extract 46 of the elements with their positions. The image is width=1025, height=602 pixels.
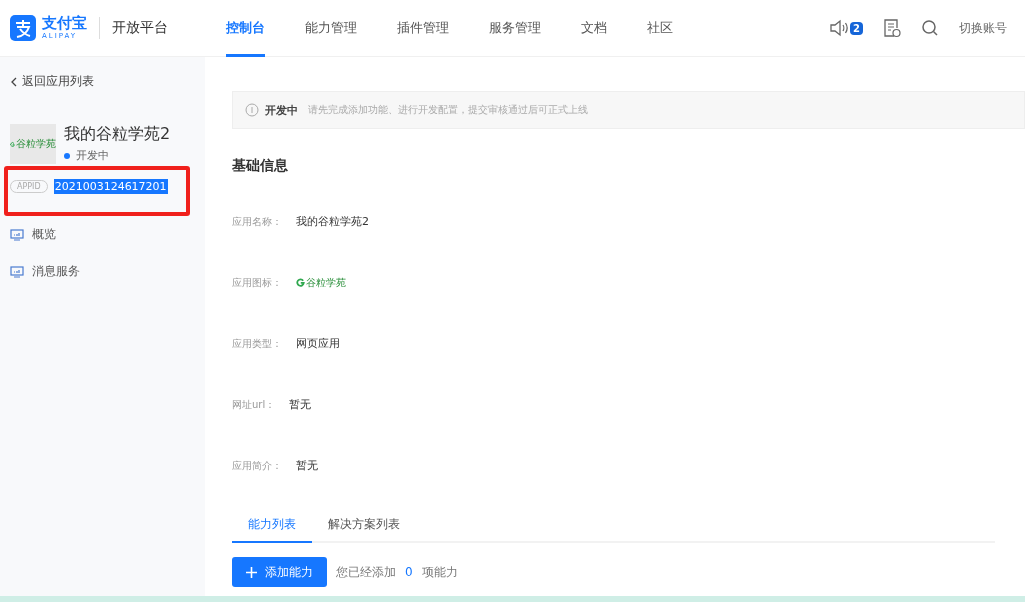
monitor-icon bbox=[10, 228, 24, 241]
field-label: 应用图标： bbox=[232, 275, 282, 290]
platform-title: 开放平台 bbox=[112, 19, 168, 37]
brand-name: 支付宝 bbox=[42, 16, 87, 31]
plus-icon bbox=[246, 566, 257, 578]
field-value: 暂无 bbox=[289, 397, 312, 412]
list-tab[interactable]: 解决方案列表 bbox=[312, 510, 416, 543]
nav-tab[interactable]: 服务管理 bbox=[489, 0, 541, 57]
app-name: 我的谷粒学苑2 bbox=[64, 124, 171, 145]
add-capability-button[interactable]: 添加能力 bbox=[232, 557, 327, 587]
appid-value: 2021003124617201 bbox=[53, 178, 168, 194]
field-value: 暂无 bbox=[296, 458, 318, 473]
nav-tab[interactable]: 社区 bbox=[647, 0, 673, 57]
speaker-icon[interactable] bbox=[829, 19, 850, 37]
chevron-left-icon bbox=[10, 76, 17, 87]
nav-tab[interactable]: 能力管理 bbox=[305, 0, 357, 57]
search-icon[interactable] bbox=[921, 19, 939, 37]
alert-title: 开发中 bbox=[265, 102, 298, 118]
added-count-prefix: 您已经添加 bbox=[336, 563, 396, 581]
added-count: 0 bbox=[405, 565, 413, 579]
field-value: 我的谷粒学苑2 bbox=[296, 214, 369, 229]
back-link[interactable]: 返回应用列表 bbox=[10, 73, 205, 90]
nav-tab[interactable]: 插件管理 bbox=[397, 0, 449, 57]
list-tab[interactable]: 能力列表 bbox=[232, 510, 312, 543]
nav-tab[interactable]: 控制台 bbox=[226, 0, 265, 57]
status-label: 开发中 bbox=[76, 148, 109, 163]
alipay-logo-icon bbox=[10, 15, 36, 41]
app-icon-logo: 谷粒学苑 bbox=[296, 275, 346, 290]
g-logo-icon bbox=[10, 139, 15, 149]
notification-badge: 2 bbox=[850, 21, 863, 35]
switch-account-link[interactable]: 切换账号 bbox=[959, 19, 1007, 37]
monitor-icon bbox=[10, 265, 24, 278]
field-label: 应用类型： bbox=[232, 336, 282, 351]
nav-tab[interactable]: 文档 bbox=[581, 0, 607, 57]
added-count-suffix: 项能力 bbox=[421, 563, 458, 581]
field-label: 应用名称： bbox=[232, 214, 282, 229]
sidebar-item[interactable]: 概览 bbox=[10, 216, 205, 253]
field-label: 网址url： bbox=[232, 397, 276, 412]
info-icon bbox=[245, 103, 259, 117]
sidebar-item[interactable]: 消息服务 bbox=[10, 253, 205, 290]
section-title: 基础信息 bbox=[232, 157, 289, 175]
document-clock-icon[interactable] bbox=[883, 18, 901, 38]
app-logo: 谷粒学苑 bbox=[10, 124, 56, 164]
field-value: 网页应用 bbox=[296, 336, 340, 351]
field-label: 应用简介： bbox=[232, 458, 282, 473]
g-logo-icon bbox=[296, 278, 305, 287]
